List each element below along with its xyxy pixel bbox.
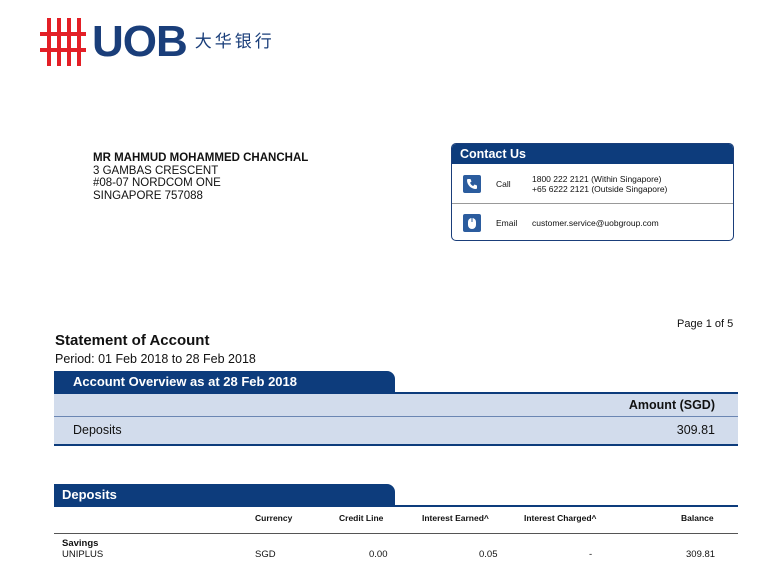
- overview-deposits-label: Deposits: [73, 423, 122, 437]
- account-product: UNIPLUS: [62, 549, 104, 560]
- account-type: Savings: [62, 538, 99, 549]
- contact-call-row: Call 1800 222 2121 (Within Singapore) +6…: [452, 166, 733, 202]
- uob-logo: UOB 大华银行: [40, 18, 275, 66]
- overview-bottom-rule: [54, 444, 738, 446]
- call-label: Call: [496, 179, 511, 189]
- overview-divider: [54, 416, 738, 417]
- address-line-3: SINGAPORE 757088: [93, 189, 203, 202]
- row-currency: SGD: [255, 549, 276, 560]
- amount-header: Amount (SGD): [628, 398, 715, 412]
- header-interest-charged: Interest Charged^: [524, 513, 597, 523]
- call-number-local: 1800 222 2121 (Within Singapore): [532, 174, 662, 184]
- phone-icon: [463, 175, 481, 193]
- row-interest-charged: -: [589, 549, 593, 560]
- account-overview-tab: Account Overview as at 28 Feb 2018: [54, 371, 395, 392]
- header-currency: Currency: [255, 513, 293, 523]
- address-line-1: 3 GAMBAS CRESCENT: [93, 164, 219, 177]
- header-balance: Balance: [681, 513, 714, 523]
- customer-name: MR MAHMUD MOHAMMED CHANCHAL: [93, 152, 309, 164]
- address-line-2: #08-07 NORDCOM ONE: [93, 177, 221, 189]
- row-balance: 309.81: [686, 549, 716, 560]
- brand-chinese-name: 大华银行: [194, 32, 275, 51]
- call-numbers: 1800 222 2121 (Within Singapore) +65 622…: [532, 174, 667, 194]
- contact-email-row: Email customer.service@uobgroup.com: [452, 205, 733, 240]
- contact-divider: [452, 203, 733, 204]
- account-overview-table: Amount (SGD) Deposits 309.81: [54, 394, 738, 444]
- mouse-icon: [463, 214, 481, 232]
- email-address[interactable]: customer.service@uobgroup.com: [532, 218, 659, 228]
- header-interest-earned: Interest Earned^: [422, 513, 489, 523]
- overview-deposits-value: 309.81: [676, 423, 715, 437]
- statement-period: Period: 01 Feb 2018 to 28 Feb 2018: [55, 352, 256, 366]
- customer-address: MR MAHMUD MOHAMMED CHANCHAL 3 GAMBAS CRE…: [93, 152, 308, 202]
- deposits-header-rule: [54, 533, 738, 534]
- email-label: Email: [496, 218, 518, 228]
- header-credit-line: Credit Line: [339, 513, 384, 523]
- contact-us-box: Contact Us Call 1800 222 2121 (Within Si…: [451, 143, 734, 241]
- uob-logo-mark-icon: [40, 18, 86, 66]
- page-number: Page 1 of 5: [677, 318, 734, 330]
- call-number-overseas: +65 6222 2121 (Outside Singapore): [532, 184, 668, 194]
- row-interest-earned: 0.05: [479, 549, 498, 560]
- contact-us-title: Contact Us: [452, 144, 733, 164]
- row-credit-line: 0.00: [369, 549, 388, 560]
- statement-title: Statement of Account: [55, 332, 210, 349]
- deposits-top-rule: [54, 505, 738, 507]
- brand-name: UOB: [92, 17, 188, 66]
- deposits-tab: Deposits: [54, 484, 395, 505]
